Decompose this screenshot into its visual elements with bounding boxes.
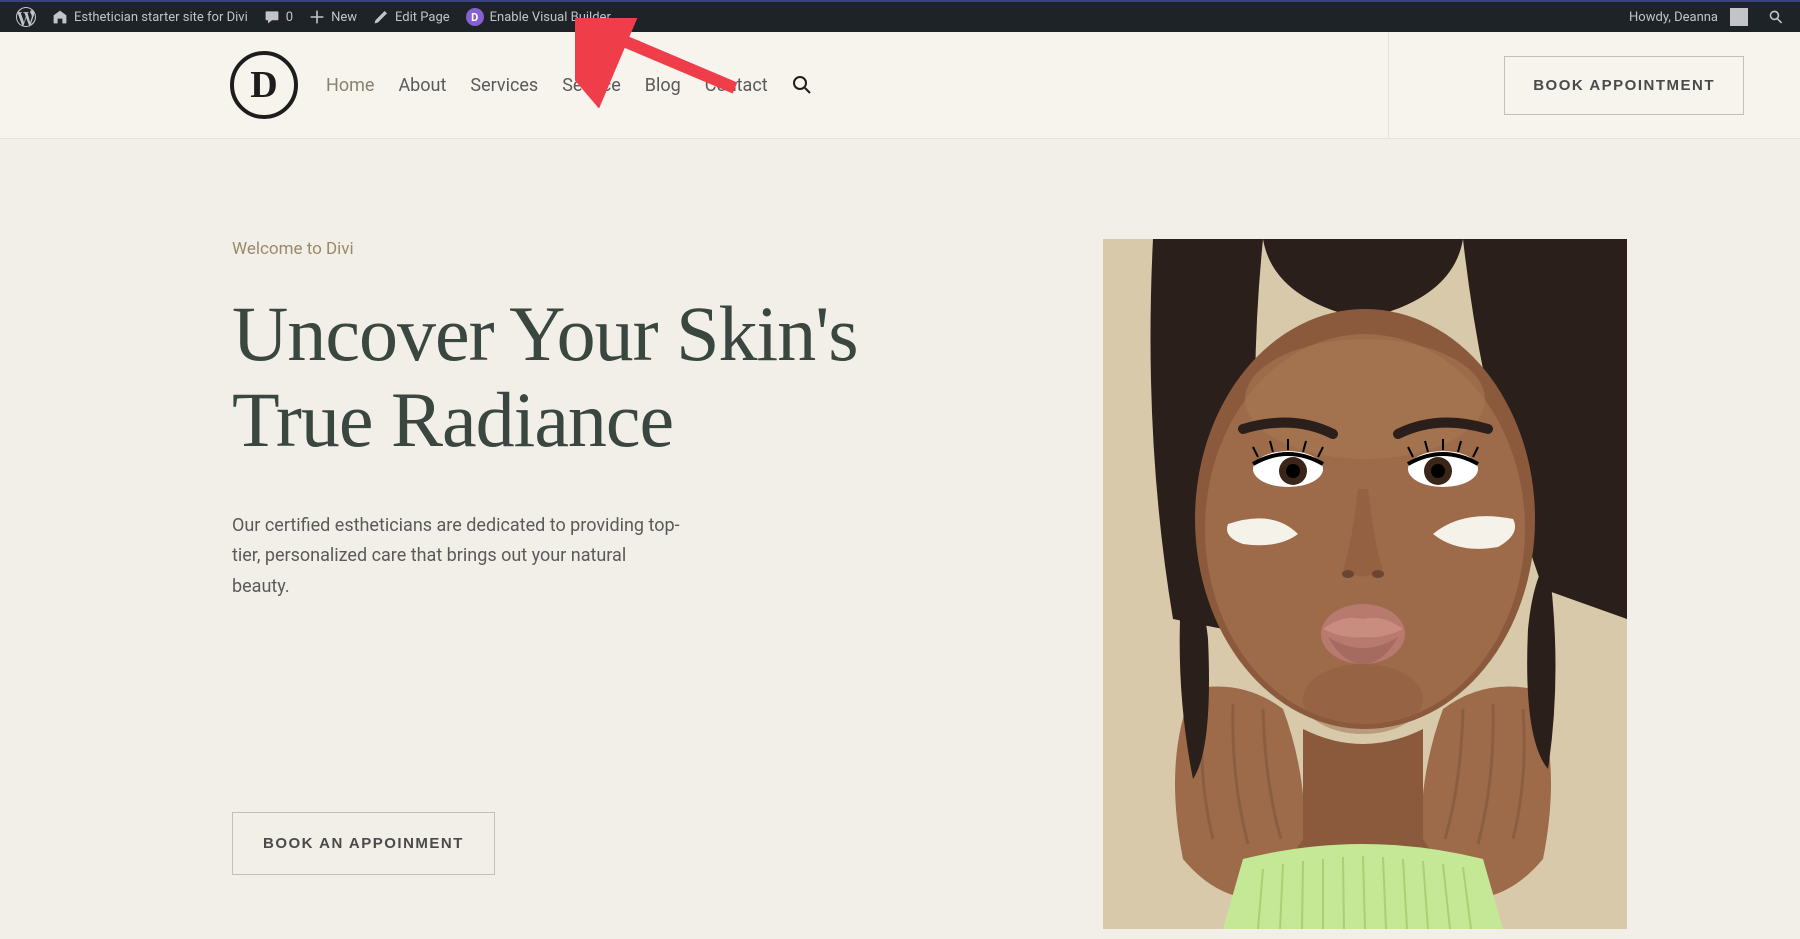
nav-blog[interactable]: Blog bbox=[645, 75, 681, 96]
new-label: New bbox=[331, 10, 357, 25]
main-nav: Home About Services Service Blog Contact bbox=[326, 75, 812, 96]
admin-bar-left: Esthetician starter site for Divi 0 New … bbox=[8, 2, 619, 32]
visual-builder-label: Enable Visual Builder bbox=[490, 10, 611, 25]
hero-image-column bbox=[930, 139, 1800, 939]
nav-about[interactable]: About bbox=[398, 75, 446, 96]
header-right: BOOK APPOINTMENT bbox=[1388, 32, 1744, 138]
book-appointment-button[interactable]: BOOK APPOINTMENT bbox=[1504, 56, 1744, 115]
header-left: D Home About Services Service Blog Conta… bbox=[230, 51, 812, 119]
hero-cta-button[interactable]: BOOK AN APPOINMENT bbox=[232, 812, 495, 875]
enable-visual-builder-link[interactable]: D Enable Visual Builder bbox=[458, 2, 619, 32]
face-illustration bbox=[1103, 239, 1627, 929]
hero-description: Our certified estheticians are dedicated… bbox=[232, 511, 682, 603]
hero-eyebrow: Welcome to Divi bbox=[232, 239, 870, 259]
search-icon bbox=[1768, 9, 1784, 25]
site-header: D Home About Services Service Blog Conta… bbox=[0, 32, 1800, 139]
header-divider bbox=[1388, 32, 1389, 138]
home-icon bbox=[52, 9, 68, 25]
edit-page-label: Edit Page bbox=[395, 10, 450, 25]
divi-icon: D bbox=[466, 8, 484, 26]
wp-logo-icon[interactable] bbox=[8, 2, 44, 32]
nav-services[interactable]: Services bbox=[470, 75, 538, 96]
nav-contact[interactable]: Contact bbox=[705, 75, 768, 96]
edit-page-link[interactable]: Edit Page bbox=[365, 2, 458, 32]
nav-service[interactable]: Service bbox=[562, 75, 621, 96]
nav-search-icon[interactable] bbox=[792, 75, 812, 95]
greeting-text: Howdy, Deanna bbox=[1629, 10, 1718, 25]
user-greeting-link[interactable]: Howdy, Deanna bbox=[1621, 2, 1756, 32]
site-name-text: Esthetician starter site for Divi bbox=[74, 10, 248, 25]
new-content-link[interactable]: New bbox=[301, 2, 365, 32]
wp-admin-bar: Esthetician starter site for Divi 0 New … bbox=[0, 0, 1800, 32]
search-toggle[interactable] bbox=[1760, 2, 1792, 32]
comments-link[interactable]: 0 bbox=[256, 2, 301, 32]
admin-bar-right: Howdy, Deanna bbox=[1621, 2, 1792, 32]
comment-icon bbox=[264, 9, 280, 25]
comments-count: 0 bbox=[286, 10, 293, 25]
site-logo[interactable]: D bbox=[230, 51, 298, 119]
plus-icon bbox=[309, 9, 325, 25]
pencil-icon bbox=[373, 9, 389, 25]
nav-home[interactable]: Home bbox=[326, 75, 374, 96]
avatar-icon bbox=[1730, 8, 1748, 26]
hero-title: Uncover Your Skin's True Radiance bbox=[232, 291, 870, 463]
main-content: Welcome to Divi Uncover Your Skin's True… bbox=[0, 139, 1800, 939]
hero-text-column: Welcome to Divi Uncover Your Skin's True… bbox=[0, 139, 930, 939]
site-name-link[interactable]: Esthetician starter site for Divi bbox=[44, 2, 256, 32]
hero-image bbox=[1103, 239, 1627, 929]
